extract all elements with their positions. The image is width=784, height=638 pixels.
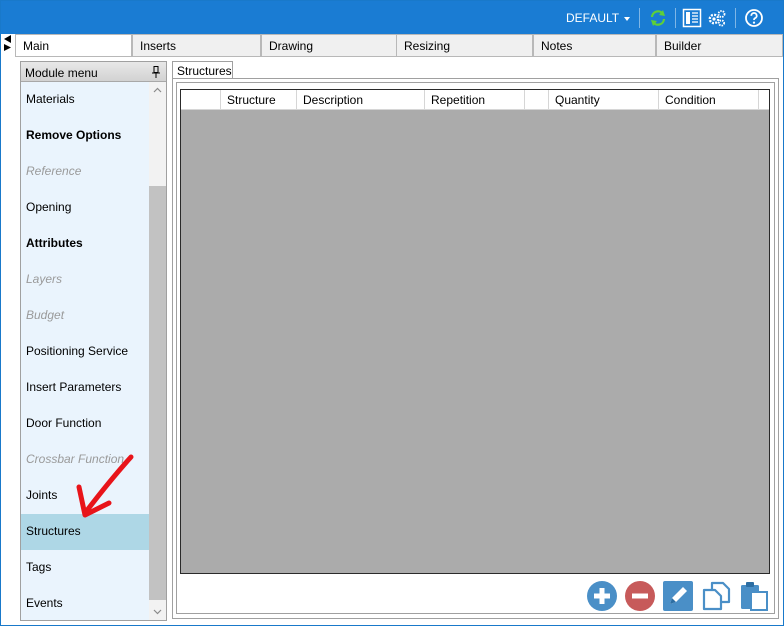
remove-icon bbox=[625, 581, 655, 611]
toolbar-separator bbox=[735, 8, 736, 28]
grid-header: Structure Description Repetition Quantit… bbox=[181, 90, 769, 110]
paste-icon bbox=[741, 582, 768, 611]
sidebar-item-attributes[interactable]: Attributes bbox=[21, 226, 149, 262]
layout-panel-icon[interactable] bbox=[682, 8, 702, 28]
module-menu-list: Materials Remove Options Reference Openi… bbox=[21, 82, 149, 622]
copy-button[interactable] bbox=[700, 580, 732, 612]
add-icon bbox=[587, 581, 617, 611]
structures-grid[interactable]: Structure Description Repetition Quantit… bbox=[180, 89, 770, 574]
sidebar-item-door-function[interactable]: Door Function bbox=[21, 406, 149, 442]
settings-gears-icon[interactable] bbox=[707, 8, 727, 28]
chevron-down-icon[interactable] bbox=[149, 603, 166, 620]
sidebar-item-insert-parameters[interactable]: Insert Parameters bbox=[21, 370, 149, 406]
main-tabstrip: Main Inserts Drawing Resizing Notes Buil… bbox=[15, 34, 783, 57]
module-menu-title: Module menu bbox=[25, 66, 98, 80]
chevron-up-icon[interactable] bbox=[149, 82, 166, 99]
tab-divider bbox=[15, 56, 783, 57]
sidebar-item-crossbar-function: Crossbar Function bbox=[26, 452, 125, 466]
column-header-quantity[interactable]: Quantity bbox=[549, 90, 659, 110]
sidebar-item-reference: Reference bbox=[26, 164, 82, 178]
chevron-down-icon bbox=[624, 16, 631, 21]
column-header-select[interactable] bbox=[181, 90, 221, 110]
help-icon[interactable] bbox=[744, 8, 764, 28]
sidebar-item-budget: Budget bbox=[26, 308, 65, 322]
column-header-blank[interactable] bbox=[525, 90, 549, 110]
top-toolbar: DEFAULT bbox=[1, 1, 783, 34]
module-menu-header: Module menu bbox=[21, 62, 166, 82]
column-header-condition[interactable]: Condition bbox=[659, 90, 759, 110]
sidebar-item-joints[interactable]: Joints bbox=[21, 478, 149, 514]
scrollbar-thumb[interactable] bbox=[149, 186, 166, 600]
column-header-repetition[interactable]: Repetition bbox=[425, 90, 525, 110]
panel-toggle-arrows[interactable] bbox=[3, 34, 13, 52]
sidebar-item-layers: Layers bbox=[26, 272, 63, 286]
profile-dropdown[interactable]: DEFAULT bbox=[566, 11, 631, 25]
sidebar-item-events[interactable]: Events bbox=[21, 586, 149, 622]
remove-button[interactable] bbox=[624, 580, 656, 612]
edit-icon bbox=[663, 581, 693, 611]
profile-label: DEFAULT bbox=[566, 11, 620, 25]
pin-icon[interactable] bbox=[152, 66, 160, 78]
refresh-icon[interactable] bbox=[648, 8, 668, 28]
tab-inserts[interactable]: Inserts bbox=[132, 34, 261, 56]
application-window: DEFAULT Main Inserts Drawing Resizing No… bbox=[0, 0, 784, 626]
toolbar-separator bbox=[675, 8, 676, 28]
paste-button[interactable] bbox=[738, 580, 770, 612]
sidebar-item-materials[interactable]: Materials bbox=[21, 82, 149, 118]
tab-main[interactable]: Main bbox=[15, 34, 132, 57]
sidebar-scrollbar[interactable] bbox=[149, 82, 166, 620]
tab-structures[interactable]: Structures bbox=[172, 61, 233, 79]
sidebar-item-remove-options[interactable]: Remove Options bbox=[21, 118, 149, 154]
tab-resizing[interactable]: Resizing bbox=[396, 34, 533, 56]
sidebar-item-positioning-service[interactable]: Positioning Service bbox=[21, 334, 149, 370]
tab-builder[interactable]: Builder bbox=[656, 34, 783, 56]
copy-icon bbox=[702, 581, 731, 611]
tab-notes[interactable]: Notes bbox=[533, 34, 656, 56]
tab-drawing[interactable]: Drawing bbox=[261, 34, 408, 56]
sidebar-item-opening[interactable]: Opening bbox=[21, 190, 149, 226]
column-header-structure[interactable]: Structure bbox=[221, 90, 297, 110]
sidebar-item-tags[interactable]: Tags bbox=[21, 550, 149, 586]
module-menu: Module menu Materials Remove Options Ref… bbox=[20, 61, 167, 621]
add-button[interactable] bbox=[586, 580, 618, 612]
sidebar-item-structures[interactable]: Structures bbox=[21, 514, 149, 550]
toolbar-separator bbox=[639, 8, 640, 28]
edit-button[interactable] bbox=[662, 580, 694, 612]
column-header-description[interactable]: Description bbox=[297, 90, 425, 110]
